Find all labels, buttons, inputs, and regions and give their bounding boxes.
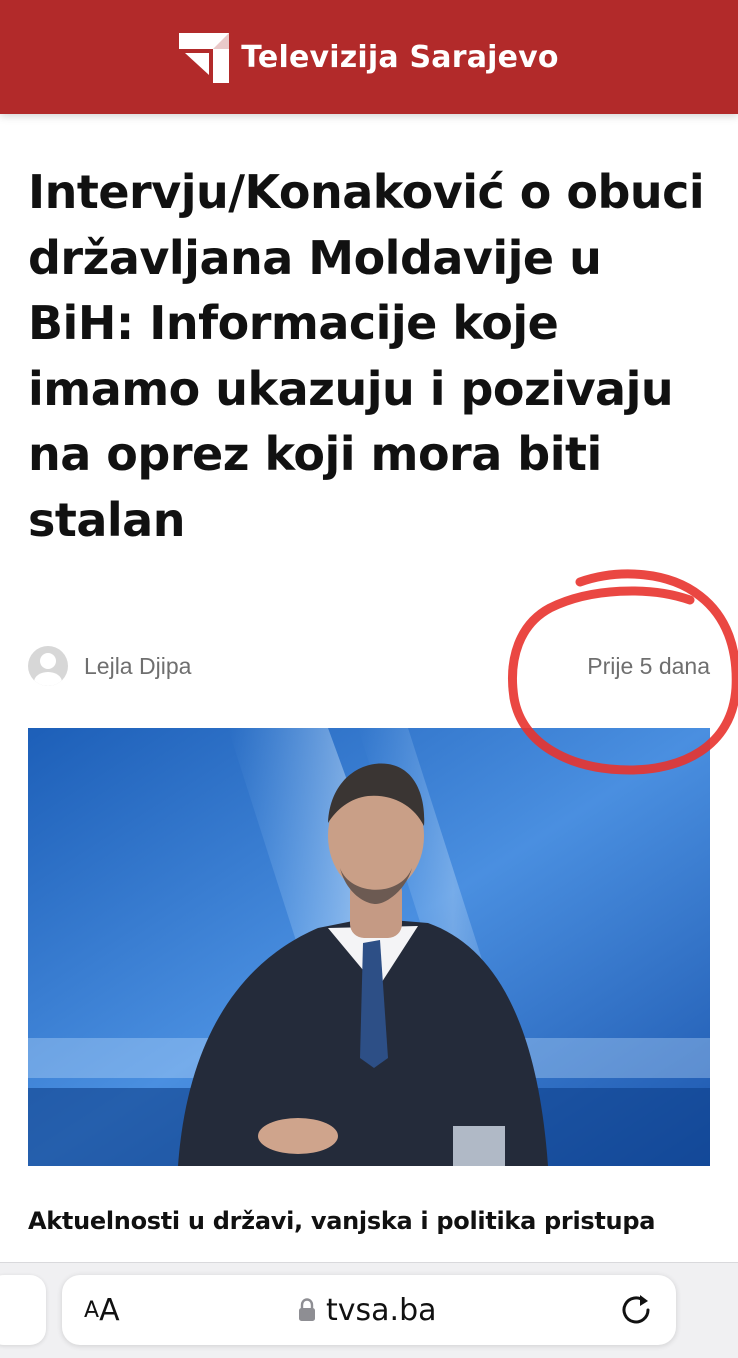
brand-name: Televizija Sarajevo bbox=[241, 39, 559, 75]
aa-small-letter: A bbox=[84, 1297, 100, 1323]
article-hero-image[interactable] bbox=[28, 728, 710, 1166]
address-bar[interactable]: A A tvsa.ba bbox=[62, 1275, 676, 1345]
site-header: Televizija Sarajevo bbox=[0, 0, 738, 114]
publish-time: Prije 5 dana bbox=[587, 652, 710, 679]
previous-tab-edge[interactable] bbox=[0, 1275, 46, 1345]
article-lead: Aktuelnosti u državi, vanjska i politika… bbox=[28, 1207, 656, 1235]
reader-options-button[interactable]: A A bbox=[84, 1275, 120, 1345]
author-name: Lejla Djipa bbox=[84, 652, 192, 679]
aa-big-letter: A bbox=[99, 1292, 120, 1328]
lock-icon bbox=[299, 1298, 315, 1321]
url-display[interactable]: tvsa.ba bbox=[298, 1275, 437, 1345]
avatar bbox=[28, 646, 68, 686]
article-title: Intervju/Konaković o obuci državljana Mo… bbox=[28, 165, 705, 547]
article-meta: Lejla Djipa Prije 5 dana bbox=[28, 644, 710, 688]
browser-toolbar: A A tvsa.ba bbox=[0, 1262, 738, 1358]
url-text: tvsa.ba bbox=[326, 1292, 437, 1328]
studio-portrait-image bbox=[28, 728, 710, 1166]
page: Televizija Sarajevo Intervju/Konaković o… bbox=[0, 0, 738, 1358]
tvsa-logo-icon bbox=[179, 33, 230, 83]
reload-icon[interactable] bbox=[618, 1292, 654, 1328]
brand-link[interactable]: Televizija Sarajevo bbox=[179, 31, 559, 83]
avatar-placeholder-icon bbox=[34, 653, 62, 686]
author-link[interactable]: Lejla Djipa bbox=[28, 646, 191, 686]
